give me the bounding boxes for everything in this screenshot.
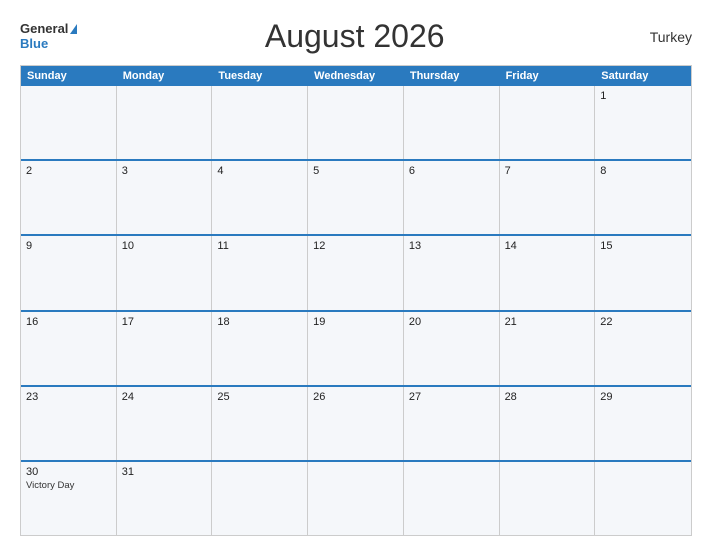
weekday-header-tuesday: Tuesday: [212, 66, 308, 86]
day-number: 9: [26, 240, 111, 252]
calendar-cell: 19: [308, 312, 404, 385]
day-number: 20: [409, 316, 494, 328]
calendar-week-1: 1: [21, 86, 691, 159]
day-number: 11: [217, 240, 302, 252]
day-number: 27: [409, 391, 494, 403]
header: General Blue August 2026 Turkey: [20, 18, 692, 55]
day-number: 6: [409, 165, 494, 177]
calendar-cell: [21, 86, 117, 159]
calendar-cell: 15: [595, 236, 691, 309]
day-number: 13: [409, 240, 494, 252]
calendar-cell: 6: [404, 161, 500, 234]
calendar-cell: [117, 86, 213, 159]
calendar-header: SundayMondayTuesdayWednesdayThursdayFrid…: [21, 66, 691, 86]
day-number: 29: [600, 391, 686, 403]
calendar-cell: 20: [404, 312, 500, 385]
day-number: 8: [600, 165, 686, 177]
weekday-header-monday: Monday: [117, 66, 213, 86]
day-number: 19: [313, 316, 398, 328]
weekday-header-saturday: Saturday: [595, 66, 691, 86]
calendar-cell: 26: [308, 387, 404, 460]
calendar-cell: 11: [212, 236, 308, 309]
calendar: SundayMondayTuesdayWednesdayThursdayFrid…: [20, 65, 692, 536]
calendar-cell: 4: [212, 161, 308, 234]
calendar-cell: 22: [595, 312, 691, 385]
calendar-cell: 25: [212, 387, 308, 460]
calendar-cell: 14: [500, 236, 596, 309]
calendar-body: 1234567891011121314151617181920212223242…: [21, 86, 691, 535]
day-number: 24: [122, 391, 207, 403]
calendar-week-2: 2345678: [21, 159, 691, 234]
day-number: 12: [313, 240, 398, 252]
day-number: 26: [313, 391, 398, 403]
weekday-header-friday: Friday: [500, 66, 596, 86]
day-number: 1: [600, 90, 686, 102]
day-number: 25: [217, 391, 302, 403]
calendar-cell: [404, 462, 500, 535]
day-number: 3: [122, 165, 207, 177]
day-number: 2: [26, 165, 111, 177]
calendar-cell: [404, 86, 500, 159]
month-title: August 2026: [77, 18, 632, 55]
logo-general-text: General: [20, 22, 68, 36]
day-number: 21: [505, 316, 590, 328]
calendar-week-4: 16 17 18 19 20 21 22: [21, 310, 691, 385]
calendar-cell: [212, 86, 308, 159]
day-number: 30: [26, 466, 111, 478]
calendar-cell: 23: [21, 387, 117, 460]
calendar-cell: [308, 462, 404, 535]
country-label: Turkey: [632, 29, 692, 45]
day-number: 7: [505, 165, 590, 177]
calendar-cell: 3: [117, 161, 213, 234]
calendar-cell: 10: [117, 236, 213, 309]
calendar-cell: 29: [595, 387, 691, 460]
calendar-cell: [500, 86, 596, 159]
day-number: 10: [122, 240, 207, 252]
weekday-header-sunday: Sunday: [21, 66, 117, 86]
day-number: 31: [122, 466, 207, 478]
weekday-header-thursday: Thursday: [404, 66, 500, 86]
day-number: 18: [217, 316, 302, 328]
calendar-cell: [595, 462, 691, 535]
calendar-cell: [212, 462, 308, 535]
calendar-cell: 2: [21, 161, 117, 234]
day-number: 14: [505, 240, 590, 252]
logo: General Blue: [20, 22, 77, 51]
calendar-week-6: 30 Victory Day 31: [21, 460, 691, 535]
calendar-cell: 12: [308, 236, 404, 309]
logo-triangle-icon: [70, 24, 77, 34]
day-number: 23: [26, 391, 111, 403]
day-number: 16: [26, 316, 111, 328]
day-number: 5: [313, 165, 398, 177]
day-event: Victory Day: [26, 480, 111, 491]
weekday-header-wednesday: Wednesday: [308, 66, 404, 86]
day-number: 4: [217, 165, 302, 177]
calendar-cell: 18: [212, 312, 308, 385]
day-number: 17: [122, 316, 207, 328]
calendar-cell: 21: [500, 312, 596, 385]
calendar-cell: 9: [21, 236, 117, 309]
logo-blue-text: Blue: [20, 37, 48, 51]
calendar-cell: 30 Victory Day: [21, 462, 117, 535]
calendar-cell: 1: [595, 86, 691, 159]
calendar-cell: 24: [117, 387, 213, 460]
calendar-cell: [308, 86, 404, 159]
calendar-cell: 31: [117, 462, 213, 535]
calendar-week-5: 23 24 25 26 27 28 29: [21, 385, 691, 460]
calendar-cell: [500, 462, 596, 535]
calendar-cell: 27: [404, 387, 500, 460]
calendar-cell: 16: [21, 312, 117, 385]
page: General Blue August 2026 Turkey SundayMo…: [0, 0, 712, 550]
day-number: 28: [505, 391, 590, 403]
calendar-cell: 13: [404, 236, 500, 309]
calendar-cell: 17: [117, 312, 213, 385]
calendar-cell: 28: [500, 387, 596, 460]
calendar-cell: 7: [500, 161, 596, 234]
day-number: 15: [600, 240, 686, 252]
calendar-week-3: 9 10 11 12 13 14 15: [21, 234, 691, 309]
calendar-cell: 8: [595, 161, 691, 234]
calendar-cell: 5: [308, 161, 404, 234]
day-number: 22: [600, 316, 686, 328]
